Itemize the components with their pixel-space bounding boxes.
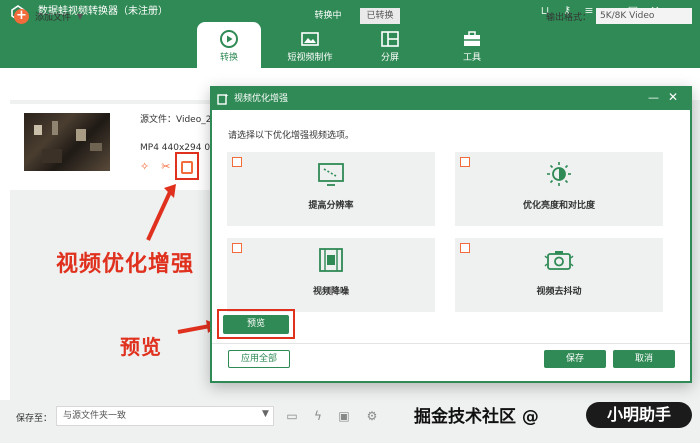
watermark-site: 掘金技术社区	[414, 407, 516, 427]
video-thumbnail[interactable]	[24, 113, 110, 171]
tab-split-screen[interactable]: 分屏	[358, 24, 422, 68]
option-deshake[interactable]: 视频去抖动	[455, 238, 663, 312]
dialog-title: 视频优化增强	[234, 94, 289, 104]
save-button[interactable]: 保存	[544, 350, 606, 368]
speed-icon[interactable]: ϟ	[310, 408, 326, 424]
gpu-icon[interactable]: ▣	[336, 408, 352, 424]
tab-converting[interactable]: 转换中	[296, 8, 360, 24]
option-label: 视频去抖动	[536, 287, 582, 297]
deshake-camera-icon	[544, 251, 574, 270]
settings-icon[interactable]: ⚙	[364, 408, 380, 424]
tab-tools[interactable]: 工具	[440, 24, 504, 68]
option-upscale[interactable]: 提高分辨率	[227, 152, 435, 226]
checkbox[interactable]	[232, 243, 242, 253]
watermark-text: 掘金技术社区 @	[414, 402, 539, 427]
scissors-icon[interactable]: ✂	[161, 160, 170, 173]
enhance-icon[interactable]	[181, 161, 193, 174]
option-brightness[interactable]: 优化亮度和对比度	[455, 152, 663, 226]
annotation-enhance: 视频优化增强	[56, 252, 195, 277]
plus-icon: +	[14, 8, 29, 24]
chevron-down-icon[interactable]: ▼	[262, 409, 269, 419]
annotation-preview: 预览	[120, 335, 162, 359]
dialog-instruction: 请选择以下优化增强视频选项。	[228, 131, 355, 141]
convert-icon	[220, 30, 238, 48]
tab-converted[interactable]: 已转换	[360, 8, 400, 24]
option-denoise[interactable]: 视频降噪	[227, 238, 435, 312]
add-file-label: 添加文件	[35, 12, 72, 23]
upscale-icon	[318, 163, 344, 186]
save-path-select[interactable]: 与源文件夹一致	[56, 406, 274, 426]
tab-label: 工具	[462, 53, 481, 63]
image-icon	[301, 32, 319, 46]
enhance-icon	[217, 93, 229, 105]
denoise-film-icon	[319, 248, 343, 272]
minimize-icon[interactable]: —	[648, 92, 659, 104]
file-action-bar: ✧ ✂	[140, 158, 170, 174]
close-icon[interactable]: ✕	[668, 91, 678, 104]
tab-label: 转换	[219, 53, 238, 63]
checkbox[interactable]	[460, 157, 470, 167]
tab-label: 短视频制作	[287, 53, 333, 63]
option-label: 优化亮度和对比度	[522, 201, 595, 211]
output-format-select[interactable]: 5K/8K Video	[596, 8, 692, 24]
arrow-annotation	[146, 184, 176, 241]
save-to-label: 保存至：	[16, 414, 53, 424]
option-label: 提高分辨率	[308, 201, 354, 211]
tab-short-video[interactable]: 短视频制作	[278, 24, 342, 68]
option-label: 视频降噪	[312, 287, 349, 297]
tab-label: 分屏	[380, 53, 399, 63]
watermark-at: @	[521, 407, 539, 427]
source-file-name: 源文件：Video_2	[140, 115, 212, 125]
cancel-button[interactable]: 取消	[613, 350, 675, 368]
preview-button[interactable]: 预览	[223, 315, 289, 334]
apply-all-button[interactable]: 应用全部	[228, 350, 290, 368]
chevron-down-icon: ▼	[77, 11, 84, 21]
checkbox[interactable]	[232, 157, 242, 167]
watermark-author: 小明助手	[586, 402, 692, 428]
folder-icon[interactable]: ▭	[284, 408, 300, 424]
tab-convert[interactable]: 转换	[197, 22, 261, 68]
magic-wand-icon[interactable]: ✧	[140, 160, 149, 173]
brightness-icon	[547, 162, 571, 186]
checkbox[interactable]	[460, 243, 470, 253]
split-screen-icon	[381, 31, 399, 47]
output-format-label: 输出格式：	[546, 13, 592, 23]
dialog-divider	[212, 343, 690, 344]
add-file-button[interactable]: + 添加文件 ▼	[14, 8, 83, 24]
toolbox-icon	[464, 31, 480, 46]
